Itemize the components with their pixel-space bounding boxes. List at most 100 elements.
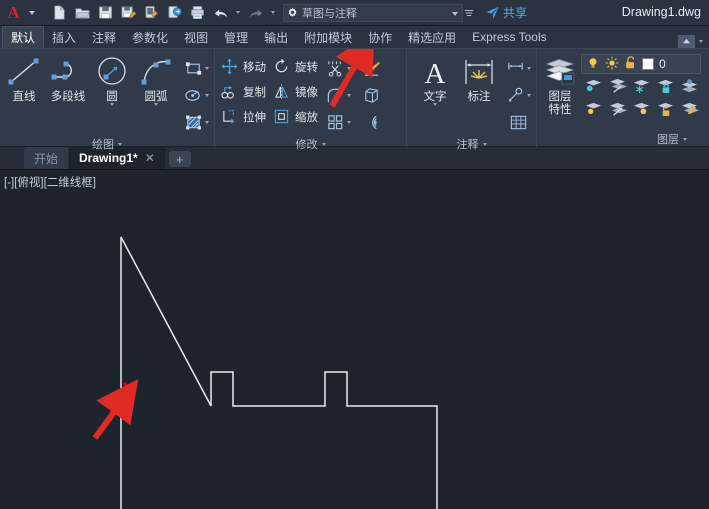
- chevron-down-icon[interactable]: [154, 103, 158, 106]
- layer-tools-row-2: [582, 97, 701, 119]
- save-as-button[interactable]: [117, 1, 140, 25]
- ribbon-tab-featured-apps[interactable]: 精选应用: [400, 26, 464, 48]
- chevron-down-icon[interactable]: [347, 67, 351, 70]
- new-document-tab-button[interactable]: +: [169, 151, 191, 167]
- tool-hatch[interactable]: [180, 109, 212, 136]
- tool-dimension[interactable]: 标注: [457, 52, 501, 103]
- workspace-settings-button[interactable]: [463, 1, 475, 25]
- tool-leader[interactable]: [502, 82, 534, 109]
- panel-annotation-title[interactable]: 注释: [407, 136, 536, 152]
- sun-icon[interactable]: [605, 56, 619, 73]
- tool-polyline[interactable]: 多段线: [46, 52, 90, 103]
- unlock-icon[interactable]: [624, 56, 637, 73]
- ribbon-tab-output[interactable]: 输出: [256, 26, 296, 48]
- drawing-canvas[interactable]: [-][俯视][二维线框]: [0, 170, 709, 509]
- chevron-down-icon[interactable]: [452, 7, 458, 19]
- tool-linear-dimension[interactable]: [502, 55, 534, 82]
- ribbon-tab-express-tools[interactable]: Express Tools: [464, 26, 554, 48]
- tool-array[interactable]: [322, 109, 354, 136]
- rectangle-icon: [184, 59, 203, 78]
- tool-erase[interactable]: [356, 55, 388, 82]
- chevron-down-icon[interactable]: [205, 67, 209, 70]
- workspace-selector[interactable]: 草图与注释: [283, 4, 463, 22]
- ribbon-tab-addins[interactable]: 附加模块: [296, 26, 360, 48]
- layer-thaw-all-icon[interactable]: [630, 97, 653, 119]
- chevron-down-icon[interactable]: [699, 40, 703, 43]
- tool-arc[interactable]: 圆弧: [134, 52, 178, 106]
- chevron-down-icon[interactable]: [110, 103, 114, 106]
- chevron-down-icon[interactable]: [527, 67, 531, 70]
- document-tab-start-label: 开始: [34, 150, 58, 167]
- panel-layers-title[interactable]: 图层: [537, 131, 709, 147]
- application-menu-button[interactable]: A: [0, 1, 26, 25]
- chevron-down-icon[interactable]: [205, 121, 209, 124]
- new-file-button[interactable]: [48, 1, 71, 25]
- share-button[interactable]: 共享: [485, 4, 527, 21]
- layer-current-strip[interactable]: 0: [581, 54, 701, 74]
- tool-stretch[interactable]: 拉伸: [217, 104, 266, 129]
- tool-copy[interactable]: 复制: [217, 79, 266, 104]
- plot-preview-button[interactable]: [140, 1, 163, 25]
- ribbon-tab-collaborate[interactable]: 协作: [360, 26, 400, 48]
- chevron-down-icon[interactable]: [322, 143, 326, 146]
- ribbon-minimize-icon[interactable]: [678, 35, 695, 48]
- layer-make-current-icon[interactable]: [678, 74, 701, 96]
- chevron-down-icon[interactable]: [118, 143, 122, 146]
- tool-rotate-label: 旋转: [295, 59, 318, 75]
- panel-modify-title[interactable]: 修改: [215, 136, 406, 152]
- layer-unlock-icon[interactable]: [654, 97, 677, 119]
- layer-isolate-icon[interactable]: [582, 74, 605, 96]
- tool-circle[interactable]: 圆: [90, 52, 134, 106]
- tool-copy-label: 复制: [243, 84, 266, 100]
- ribbon-tab-view[interactable]: 视图: [176, 26, 216, 48]
- panel-draw-title[interactable]: 绘图: [0, 136, 214, 152]
- qat-dropdown-button[interactable]: [26, 1, 38, 25]
- open-file-button[interactable]: [71, 1, 94, 25]
- layer-unisolate-icon[interactable]: [606, 74, 629, 96]
- undo-dropdown-button[interactable]: [232, 1, 244, 25]
- chevron-down-icon[interactable]: [347, 121, 351, 124]
- tool-mirror[interactable]: 镜像: [269, 79, 318, 104]
- tool-fillet[interactable]: [322, 82, 354, 109]
- tool-text-label: 文字: [424, 91, 447, 103]
- ribbon-tab-annotate[interactable]: 注释: [84, 26, 124, 48]
- tool-ellipse[interactable]: [180, 82, 212, 109]
- tool-trim[interactable]: [322, 55, 354, 82]
- chevron-down-icon[interactable]: [483, 143, 487, 146]
- lightbulb-on-icon[interactable]: [586, 56, 600, 73]
- undo-button[interactable]: [209, 1, 232, 25]
- export-button[interactable]: [163, 1, 186, 25]
- tool-text[interactable]: A 文字: [413, 52, 457, 106]
- layer-match-icon[interactable]: [606, 97, 629, 119]
- close-icon[interactable]: ✕: [145, 151, 155, 165]
- layer-lock-icon[interactable]: [654, 74, 677, 96]
- save-file-button[interactable]: [94, 1, 117, 25]
- ribbon-tab-insert[interactable]: 插入: [44, 26, 84, 48]
- chevron-down-icon[interactable]: [433, 103, 437, 106]
- layer-change-icon[interactable]: [678, 97, 701, 119]
- redo-button[interactable]: [244, 1, 267, 25]
- tool-table[interactable]: [502, 109, 534, 136]
- chevron-down-icon[interactable]: [347, 94, 351, 97]
- ribbon-tab-manage[interactable]: 管理: [216, 26, 256, 48]
- tool-circle-label: 圆: [106, 91, 118, 103]
- document-tab-drawing1-label: Drawing1*: [79, 151, 138, 165]
- tool-rectangle[interactable]: [180, 55, 212, 82]
- redo-dropdown-button[interactable]: [267, 1, 279, 25]
- layer-off-icon[interactable]: [582, 97, 605, 119]
- print-button[interactable]: [186, 1, 209, 25]
- ribbon-tab-default[interactable]: 默认: [2, 26, 44, 48]
- chevron-down-icon[interactable]: [527, 94, 531, 97]
- tool-scale[interactable]: 缩放: [269, 104, 318, 129]
- ribbon-tab-parametric[interactable]: 参数化: [124, 26, 176, 48]
- tool-explode[interactable]: [356, 82, 388, 109]
- tool-offset[interactable]: [356, 109, 388, 136]
- chevron-down-icon[interactable]: [205, 94, 209, 97]
- tool-rotate[interactable]: 旋转: [269, 54, 318, 79]
- chevron-down-icon[interactable]: [683, 138, 687, 141]
- layer-color-swatch[interactable]: [642, 58, 654, 70]
- tool-move[interactable]: 移动: [217, 54, 266, 79]
- tool-line[interactable]: 直线: [2, 52, 46, 103]
- tool-layer-properties[interactable]: 图层 特性: [540, 52, 580, 116]
- layer-freeze-icon[interactable]: [630, 74, 653, 96]
